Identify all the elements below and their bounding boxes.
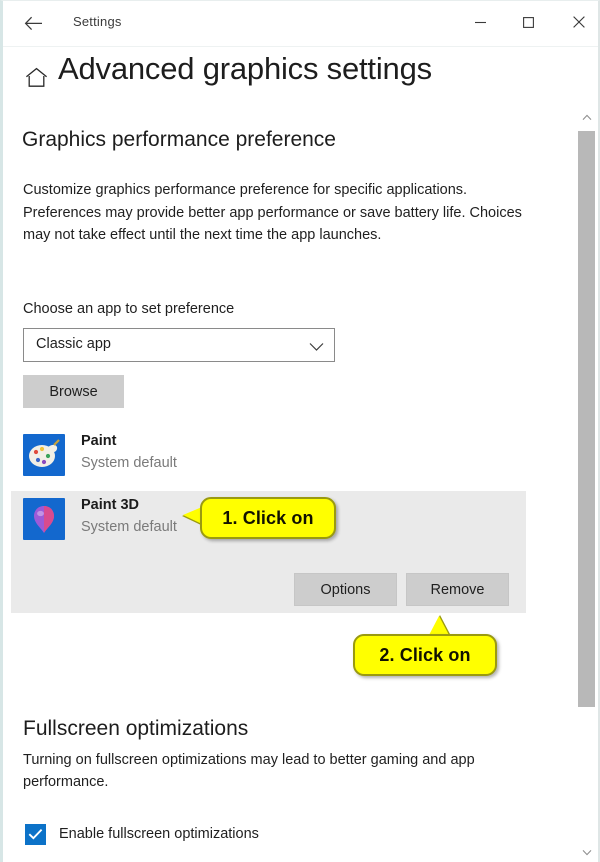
choose-app-label: Choose an app to set preference	[23, 301, 235, 317]
vertical-scrollbar[interactable]	[577, 109, 596, 861]
enable-fullscreen-optimizations-label: Enable fullscreen optimizations	[59, 826, 259, 842]
scroll-down-button[interactable]	[577, 844, 596, 861]
minimize-button[interactable]	[458, 5, 502, 39]
fullscreen-section-heading: Fullscreen optimizations	[23, 717, 249, 740]
window-title: Settings	[73, 14, 122, 29]
app-type-select-value: Classic app	[36, 336, 111, 352]
app-name: Paint	[81, 433, 117, 449]
fullscreen-section-description: Turning on fullscreen optimizations may …	[23, 752, 475, 790]
scrollbar-thumb[interactable]	[578, 131, 595, 707]
close-icon	[573, 16, 585, 28]
page-title: Advanced graphics settings	[58, 51, 432, 86]
back-button[interactable]	[17, 8, 49, 38]
callout-step-1: 1. Click on	[200, 497, 336, 539]
maximize-button[interactable]	[506, 5, 550, 39]
maximize-icon	[522, 16, 534, 28]
options-button[interactable]: Options	[294, 573, 397, 606]
settings-content: Graphics performance preference Customiz…	[6, 109, 576, 861]
app-name: Paint 3D	[81, 497, 140, 513]
browse-button[interactable]: Browse	[23, 375, 124, 408]
back-arrow-icon	[24, 16, 42, 30]
paint-3d-icon	[23, 498, 65, 540]
callout-step-2: 2. Click on	[353, 634, 497, 676]
chevron-down-icon	[582, 850, 591, 856]
graphics-section-heading: Graphics performance preference	[22, 128, 336, 151]
app-status: System default	[81, 519, 177, 535]
app-list-item-paint[interactable]: Paint System default	[11, 427, 526, 483]
app-type-select[interactable]: Classic app	[23, 328, 335, 362]
graphics-section-description: Customize graphics performance preferenc…	[23, 182, 522, 243]
enable-fullscreen-optimizations-row[interactable]: Enable fullscreen optimizations	[25, 821, 259, 847]
settings-window: Settings Advanced graphics settings Grap…	[0, 0, 600, 862]
chevron-down-icon	[309, 339, 324, 357]
home-glyph-icon	[25, 67, 48, 87]
home-icon[interactable]	[25, 67, 48, 93]
minimize-icon	[474, 21, 486, 23]
checkmark-icon	[28, 828, 43, 840]
app-status: System default	[81, 455, 177, 471]
chevron-up-icon	[582, 114, 591, 120]
paint-palette-icon	[23, 434, 65, 476]
enable-fullscreen-optimizations-checkbox[interactable]	[25, 823, 46, 845]
scroll-up-button[interactable]	[577, 109, 596, 126]
title-bar: Settings	[3, 1, 598, 47]
page-header: Advanced graphics settings	[3, 49, 598, 107]
remove-button[interactable]: Remove	[406, 573, 509, 606]
close-button[interactable]	[557, 5, 600, 39]
